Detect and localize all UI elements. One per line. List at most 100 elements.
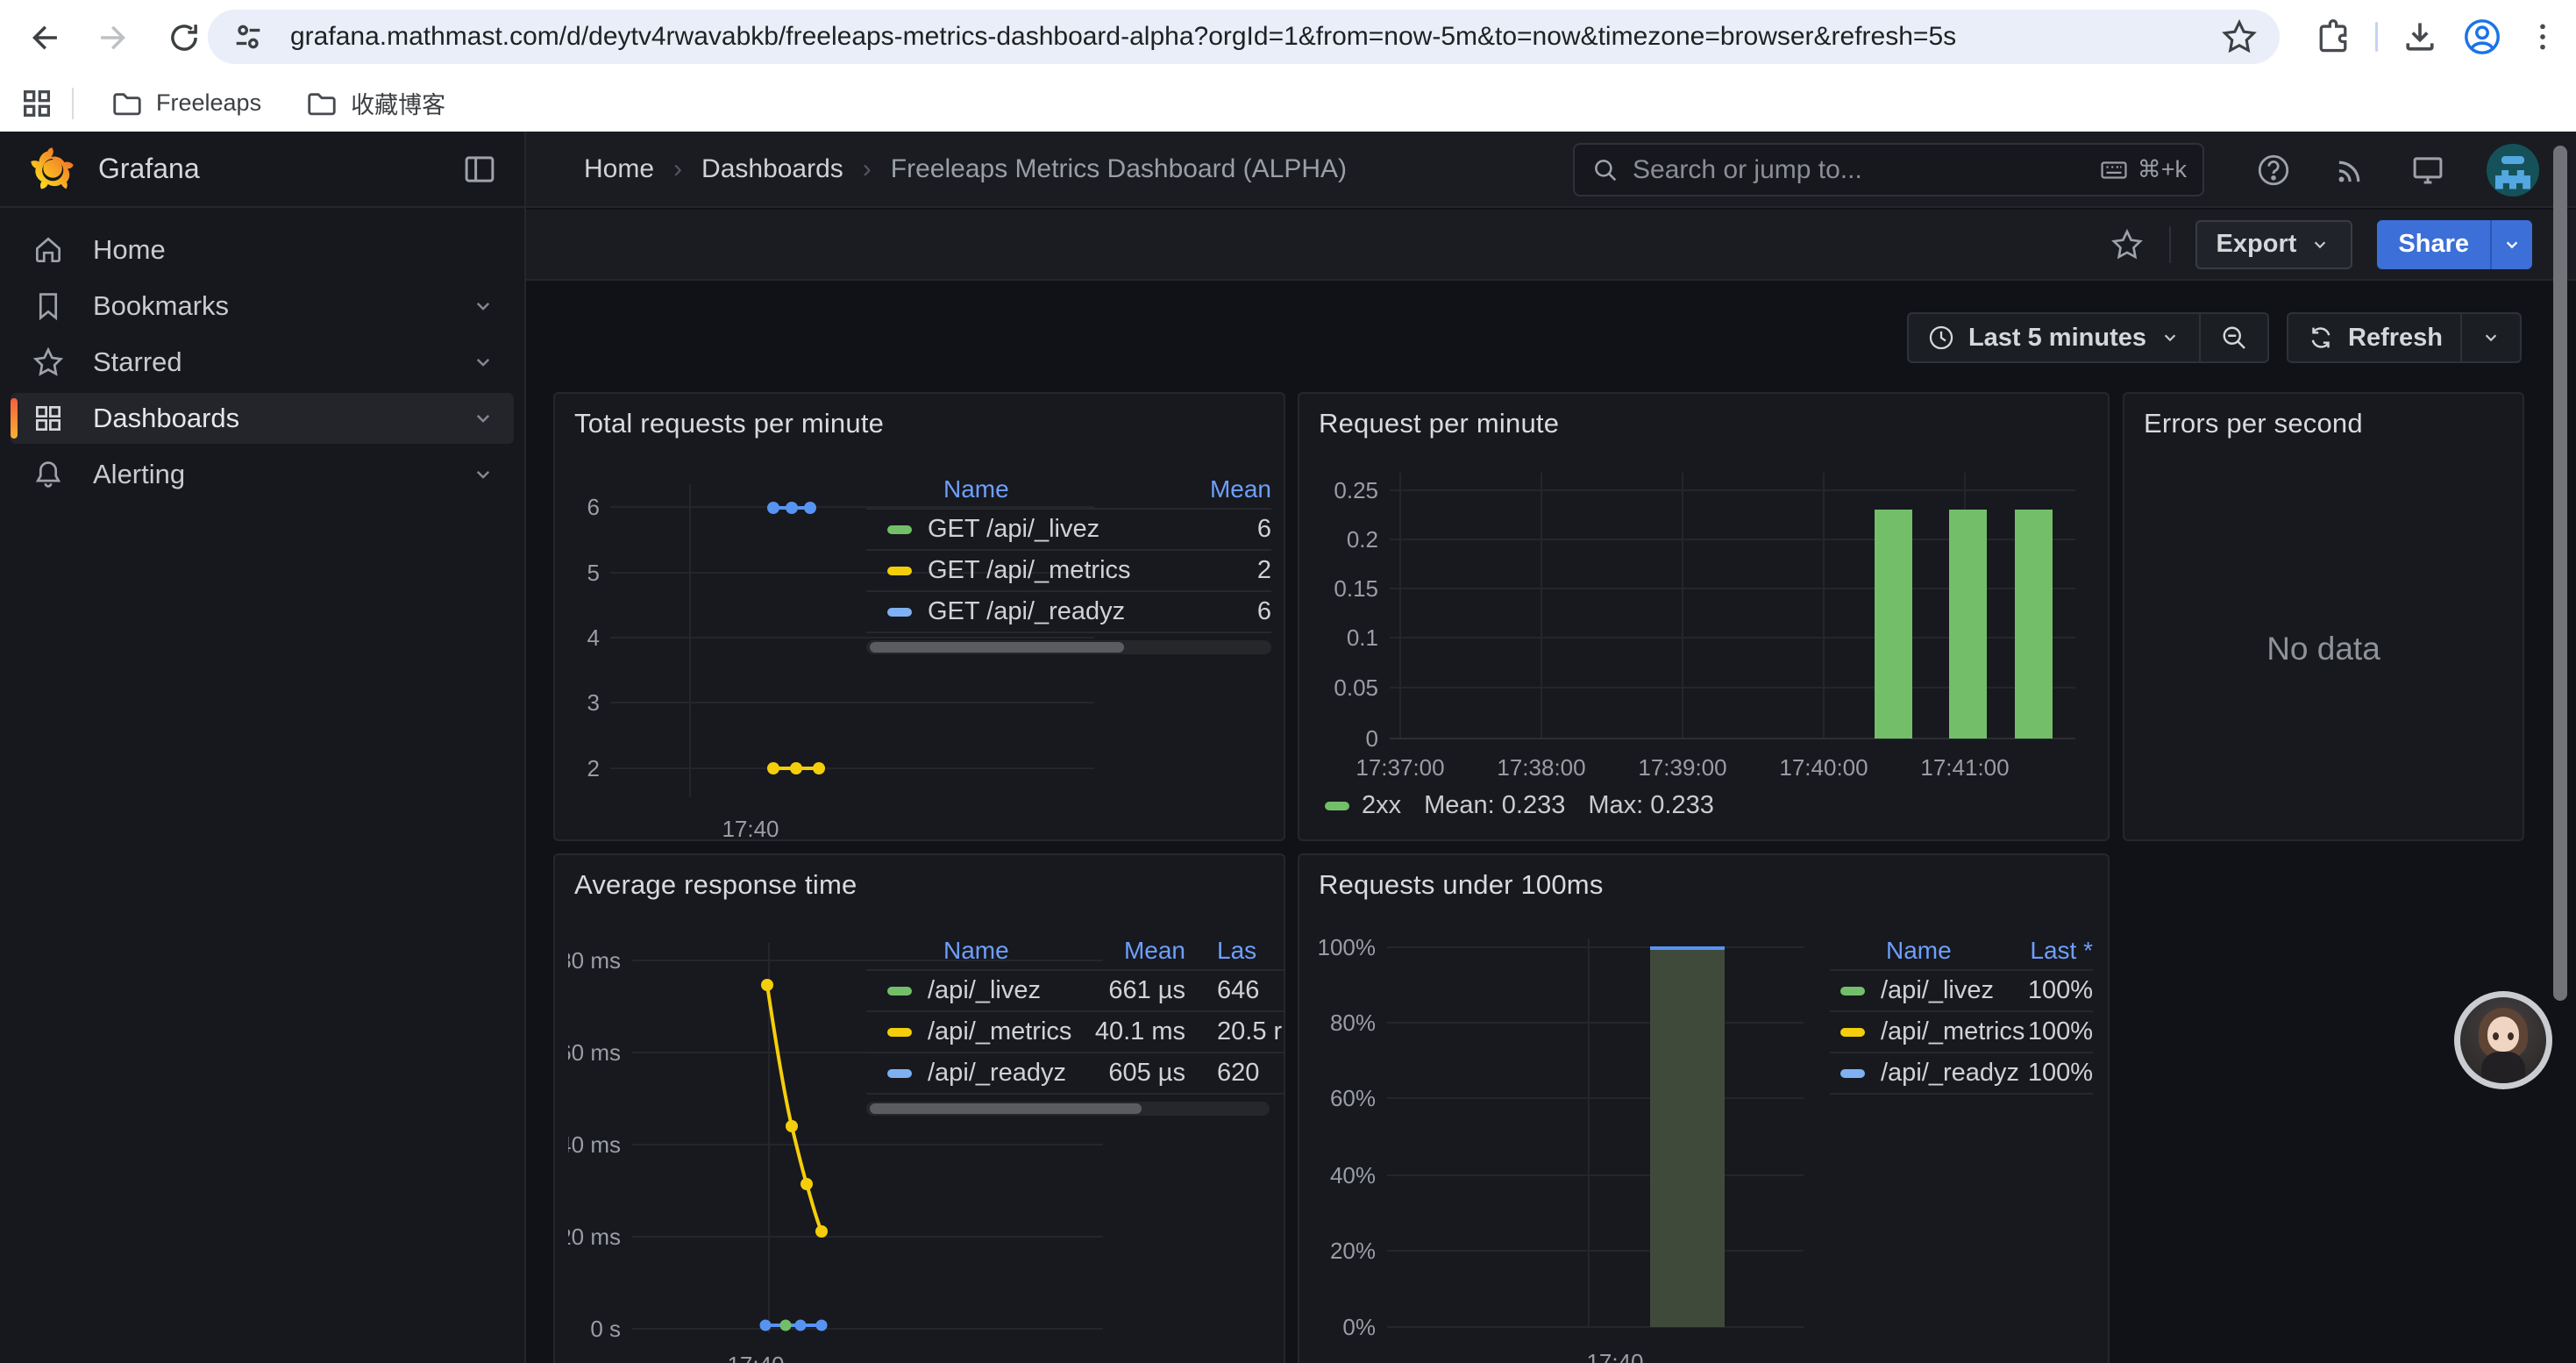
download-icon[interactable] bbox=[2401, 18, 2439, 56]
chevron-down-icon[interactable] bbox=[470, 293, 496, 319]
legend-row[interactable]: /api/_metrics 40.1 ms 20.5 r bbox=[866, 1012, 1285, 1053]
series-metrics-line bbox=[761, 979, 828, 1238]
legend-item-2xx[interactable]: 2xx bbox=[1325, 791, 1401, 820]
user-avatar[interactable] bbox=[2487, 144, 2539, 196]
sidebar-item-alerting[interactable]: Alerting bbox=[11, 449, 514, 500]
svg-text:0.05: 0.05 bbox=[1334, 674, 1378, 701]
extensions-icon[interactable] bbox=[2314, 18, 2352, 56]
svg-text:0.15: 0.15 bbox=[1334, 575, 1378, 602]
share-menu-button[interactable] bbox=[2490, 220, 2532, 269]
bookmark-folder-freeleaps[interactable]: Freeleaps bbox=[96, 80, 275, 127]
back-button[interactable] bbox=[19, 13, 68, 62]
series-readyz bbox=[767, 502, 816, 514]
legend-scrollbar[interactable] bbox=[866, 640, 1271, 654]
legend-row[interactable]: /api/_metrics 100% bbox=[1830, 1012, 2093, 1053]
breadcrumb-dashboards[interactable]: Dashboards bbox=[701, 154, 843, 184]
export-button[interactable]: Export bbox=[2195, 220, 2353, 269]
share-button[interactable]: Share bbox=[2377, 220, 2490, 269]
grafana-logo[interactable] bbox=[26, 144, 77, 195]
panel-total-requests[interactable]: Total requests per minute 6 5 4 3 2 bbox=[553, 392, 1285, 841]
bookmark-folder-blogs[interactable]: 收藏博客 bbox=[291, 79, 459, 127]
search-box[interactable]: ⌘+k bbox=[1573, 143, 2204, 196]
help-icon[interactable] bbox=[2255, 152, 2292, 189]
panel-errors-per-second[interactable]: Errors per second No data bbox=[2123, 392, 2524, 841]
sidebar-item-bookmarks[interactable]: Bookmarks bbox=[11, 281, 514, 332]
dock-sidebar-icon[interactable] bbox=[461, 151, 498, 188]
zoom-out-button[interactable] bbox=[2201, 314, 2267, 361]
panel-title[interactable]: Errors per second bbox=[2144, 408, 2363, 439]
chevron-down-icon[interactable] bbox=[470, 461, 496, 488]
legend-col-last[interactable]: Last * bbox=[2030, 937, 2093, 965]
legend-row[interactable]: /api/_livez 661 µs 646 bbox=[866, 971, 1285, 1012]
site-settings-icon[interactable] bbox=[231, 19, 266, 54]
dashboards-grid-icon bbox=[32, 402, 65, 435]
svg-text:17:37:00: 17:37:00 bbox=[1356, 754, 1444, 781]
svg-text:0: 0 bbox=[1366, 725, 1378, 752]
sidebar-item-home[interactable]: Home bbox=[11, 225, 514, 275]
assistant-avatar[interactable] bbox=[2454, 991, 2552, 1089]
legend-col-name[interactable]: Name bbox=[1886, 937, 1952, 965]
svg-text:40%: 40% bbox=[1330, 1162, 1376, 1188]
series-swatch[interactable] bbox=[1840, 987, 1865, 995]
legend-scrollbar[interactable] bbox=[866, 1102, 1270, 1116]
legend-col-name[interactable]: Name bbox=[943, 475, 1009, 503]
sidebar-item-starred[interactable]: Starred bbox=[11, 337, 514, 388]
panel-request-per-minute[interactable]: Request per minute 0.25 0.2 bbox=[1298, 392, 2110, 841]
panel-title[interactable]: Request per minute bbox=[1319, 408, 1559, 439]
profile-icon[interactable] bbox=[2462, 17, 2502, 57]
legend-row[interactable]: /api/_readyz 100% bbox=[1830, 1053, 2093, 1095]
page-scrollbar[interactable] bbox=[2548, 132, 2572, 1363]
series-swatch[interactable] bbox=[887, 987, 912, 995]
panel-requests-under-100ms[interactable]: Requests under 100ms 100% 80% 60% 40% 20… bbox=[1298, 853, 2110, 1363]
url-bar[interactable]: grafana.mathmast.com/d/deytv4rwavabkb/fr… bbox=[208, 10, 2280, 64]
bars-2xx bbox=[1875, 510, 2053, 739]
panel-title[interactable]: Average response time bbox=[574, 869, 857, 901]
sidebar-item-dashboards[interactable]: Dashboards bbox=[11, 393, 514, 444]
series-swatch[interactable] bbox=[887, 525, 912, 534]
keyboard-icon bbox=[2099, 155, 2129, 185]
series-swatch[interactable] bbox=[887, 1028, 912, 1037]
legend-row[interactable]: /api/_livez 100% bbox=[1830, 971, 2093, 1012]
under-100ms-chart: 100% 80% 60% 40% 20% 0% 17:40 bbox=[1313, 921, 1821, 1363]
svg-text:20%: 20% bbox=[1330, 1238, 1376, 1264]
browser-actions bbox=[2314, 10, 2560, 64]
legend-col-name[interactable]: Name bbox=[943, 937, 1009, 965]
chevron-down-icon[interactable] bbox=[470, 405, 496, 432]
reload-button[interactable] bbox=[160, 13, 209, 62]
legend-row[interactable]: /api/_readyz 605 µs 620 bbox=[866, 1053, 1285, 1095]
legend-row[interactable]: GET /api/_livez 6 bbox=[866, 510, 1271, 551]
legend-col-mean[interactable]: Mean bbox=[1080, 937, 1185, 965]
panel-title[interactable]: Requests under 100ms bbox=[1319, 869, 1604, 901]
series-swatch bbox=[1325, 802, 1349, 810]
chevron-down-icon[interactable] bbox=[470, 349, 496, 375]
zoom-out-icon bbox=[2218, 322, 2250, 353]
series-swatch[interactable] bbox=[887, 1069, 912, 1078]
search-input[interactable] bbox=[1633, 155, 2099, 185]
legend-col-last[interactable]: Las bbox=[1217, 937, 1285, 965]
legend-col-mean[interactable]: Mean bbox=[1175, 475, 1271, 503]
apps-grid-icon[interactable] bbox=[19, 86, 54, 121]
kiosk-monitor-icon[interactable] bbox=[2409, 152, 2446, 189]
svg-text:0.2: 0.2 bbox=[1347, 526, 1378, 553]
forward-button[interactable] bbox=[89, 13, 139, 62]
bookmark-star-icon[interactable] bbox=[2220, 18, 2259, 56]
breadcrumb-home[interactable]: Home bbox=[584, 154, 654, 184]
svg-text:0 s: 0 s bbox=[590, 1316, 621, 1342]
legend-row[interactable]: GET /api/_readyz 6 bbox=[866, 592, 1271, 633]
bookmark-icon bbox=[32, 289, 65, 323]
refresh-interval-button[interactable] bbox=[2462, 314, 2520, 361]
menu-kebab-icon[interactable] bbox=[2525, 19, 2560, 54]
panel-title[interactable]: Total requests per minute bbox=[574, 408, 884, 439]
scrollbar-thumb[interactable] bbox=[2553, 146, 2567, 1001]
url-text[interactable]: grafana.mathmast.com/d/deytv4rwavabkb/fr… bbox=[290, 22, 2220, 52]
legend-row[interactable]: GET /api/_metrics 2 bbox=[866, 551, 1271, 592]
series-swatch[interactable] bbox=[887, 608, 912, 617]
refresh-button[interactable]: Refresh bbox=[2288, 314, 2460, 361]
news-rss-icon[interactable] bbox=[2332, 152, 2369, 189]
series-swatch[interactable] bbox=[1840, 1069, 1865, 1078]
series-swatch[interactable] bbox=[887, 567, 912, 575]
time-range-picker[interactable]: Last 5 minutes bbox=[1909, 314, 2199, 361]
panel-avg-response-time[interactable]: Average response time 80 ms 60 ms 40 ms … bbox=[553, 853, 1285, 1363]
favorite-star-button[interactable] bbox=[2110, 227, 2145, 262]
series-swatch[interactable] bbox=[1840, 1028, 1865, 1037]
